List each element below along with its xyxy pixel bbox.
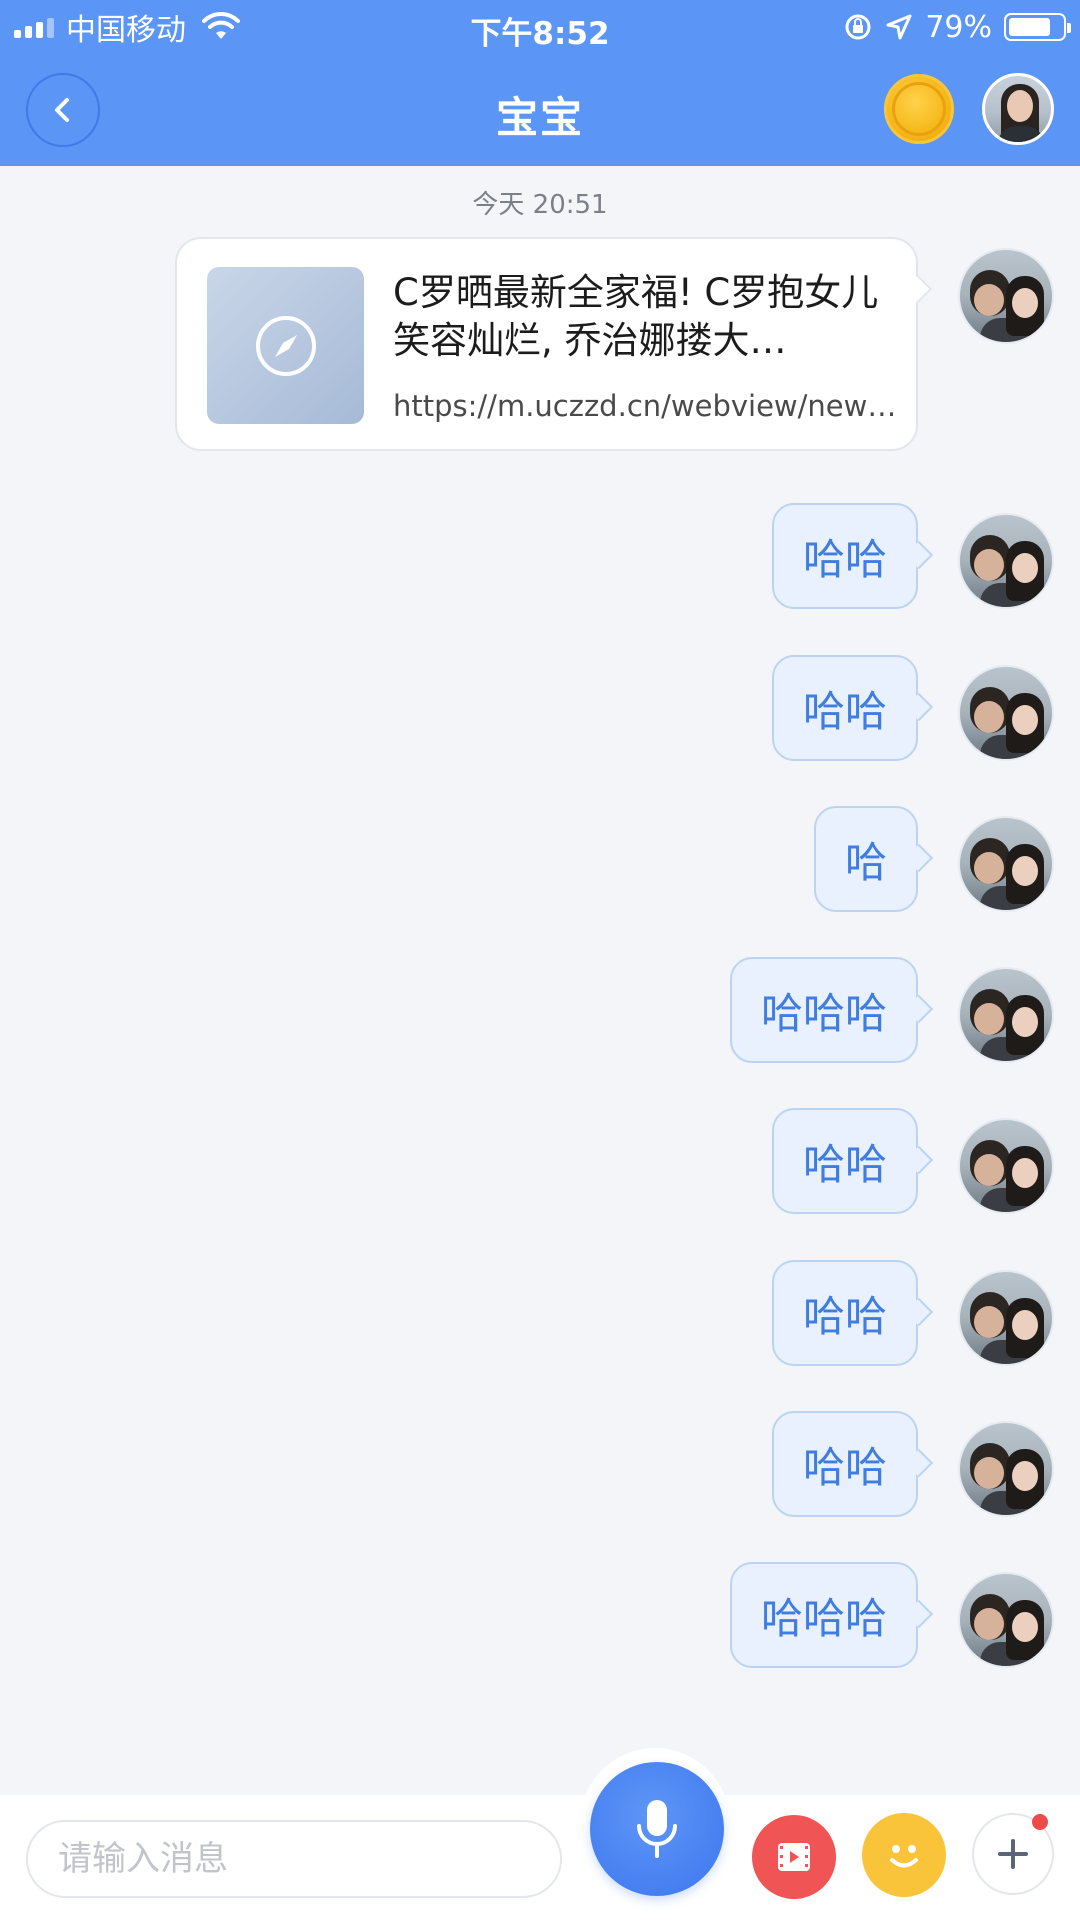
message-bubble[interactable]: 哈哈 xyxy=(772,1411,918,1517)
chat-timestamp: 今天 20:51 xyxy=(472,190,608,220)
header: 中国移动 下午8:52 79% 宝宝 xyxy=(0,0,1080,166)
link-card-message[interactable]: C罗晒最新全家福! C罗抱女儿笑容灿烂, 乔治娜搂大… https://m.uc… xyxy=(175,237,918,451)
voice-button[interactable] xyxy=(590,1762,724,1896)
message-bubble[interactable]: 哈 xyxy=(814,806,918,912)
battery-percent: 79% xyxy=(925,9,992,45)
status-bar: 中国移动 下午8:52 79% xyxy=(0,0,1080,54)
my-avatar[interactable] xyxy=(958,513,1054,609)
video-button[interactable] xyxy=(752,1815,836,1899)
link-thumbnail xyxy=(207,267,364,424)
my-avatar[interactable] xyxy=(958,1270,1054,1366)
link-title: C罗晒最新全家福! C罗抱女儿笑容灿烂, 乔治娜搂大… xyxy=(393,271,879,362)
my-avatar[interactable] xyxy=(958,665,1054,761)
status-right: 79% xyxy=(843,8,1071,46)
mic-icon xyxy=(637,1800,677,1858)
compass-icon xyxy=(255,315,316,376)
my-avatar[interactable] xyxy=(958,1118,1054,1214)
contact-avatar[interactable] xyxy=(982,73,1054,145)
my-avatar[interactable] xyxy=(958,967,1054,1063)
notification-dot xyxy=(1032,1814,1048,1830)
battery-icon xyxy=(1004,13,1071,41)
location-icon xyxy=(886,14,912,40)
battery-fill xyxy=(1009,18,1051,36)
message-bubble[interactable]: 哈哈 xyxy=(772,503,918,609)
emoji-icon xyxy=(890,1845,918,1868)
message-bubble[interactable]: 哈哈哈 xyxy=(730,1562,918,1668)
my-avatar[interactable] xyxy=(958,816,1054,912)
my-avatar[interactable] xyxy=(958,1572,1054,1668)
link-url: https://m.uczzd.cn/webview/new… xyxy=(393,389,897,423)
nav-bar: 宝宝 xyxy=(0,54,1080,166)
message-bubble[interactable]: 哈哈 xyxy=(772,1260,918,1366)
rotation-lock-icon xyxy=(845,14,871,40)
plus-icon xyxy=(998,1839,1028,1869)
message-bubble[interactable]: 哈哈哈 xyxy=(730,957,918,1063)
message-bubble[interactable]: 哈哈 xyxy=(772,1108,918,1214)
message-input[interactable] xyxy=(26,1820,562,1898)
my-avatar[interactable] xyxy=(958,1421,1054,1517)
message-bubble[interactable]: 哈哈 xyxy=(772,655,918,761)
video-icon xyxy=(778,1843,810,1871)
emoji-button[interactable] xyxy=(862,1813,946,1897)
coin-icon[interactable] xyxy=(884,74,954,144)
my-avatar[interactable] xyxy=(958,248,1054,344)
